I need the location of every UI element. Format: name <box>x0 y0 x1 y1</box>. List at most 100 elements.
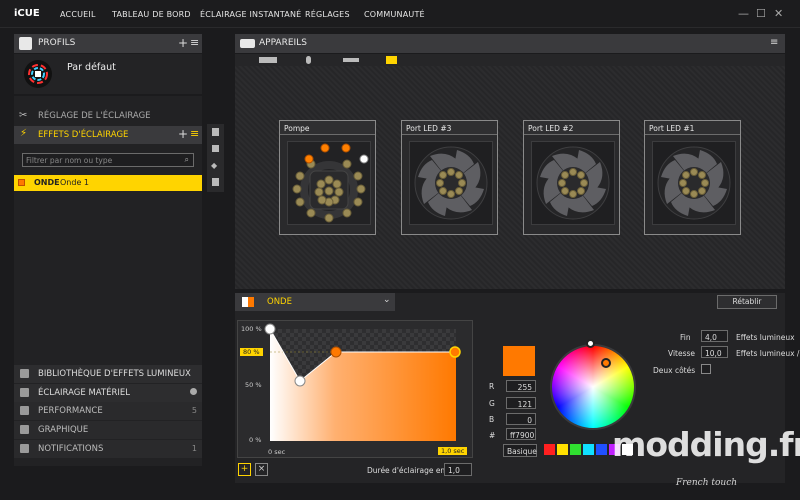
y-tick-100: 100 % <box>241 325 262 333</box>
y-tick-80: 80 % <box>240 348 263 356</box>
color-picker-handle[interactable] <box>601 358 611 368</box>
y-tick-50: 50 % <box>245 381 262 389</box>
device-card-title: Port LED #3 <box>402 121 497 135</box>
both-sides-label: Deux côtés <box>653 366 696 375</box>
b-input[interactable]: 0 <box>506 413 536 425</box>
color-preset-swatch[interactable] <box>596 444 607 455</box>
move-icon[interactable]: ◆ <box>211 161 217 170</box>
both-sides-checkbox[interactable] <box>701 364 711 374</box>
commander-device-icon[interactable] <box>386 56 397 64</box>
keyboard-icon <box>240 39 255 48</box>
nav-settings[interactable]: RÉGLAGES <box>305 10 350 19</box>
paste-icon[interactable] <box>212 145 219 152</box>
effect-dropdown[interactable]: ONDE ⌄ <box>235 293 395 311</box>
device-card-port2[interactable]: Port LED #2 <box>523 120 620 235</box>
g-label: G <box>489 399 495 408</box>
nav-instant-lighting[interactable]: ÉCLAIRAGE INSTANTANÉ <box>200 10 301 19</box>
lighting-effects-header[interactable]: ⚡ EFFETS D'ÉCLAIRAGE + ≡ <box>14 126 202 144</box>
device-card-title: Port LED #2 <box>524 121 619 135</box>
remove-point-button[interactable]: × <box>255 463 268 476</box>
device-card-port3[interactable]: Port LED #3 <box>401 120 498 235</box>
fan-leds <box>409 141 493 225</box>
g-input[interactable]: 121 <box>506 397 536 409</box>
effect-item-onde[interactable]: ONDE Onde 1 <box>14 175 202 191</box>
nav-dashboard[interactable]: TABLEAU DE BORD <box>112 10 191 19</box>
fan-icon <box>414 146 488 220</box>
devices-menu-icon[interactable]: ≡ <box>770 37 778 48</box>
hardware-lighting-row[interactable]: ÉCLAIRAGE MATÉRIEL <box>14 384 202 402</box>
brightness-handle[interactable] <box>586 339 595 348</box>
library-row[interactable]: BIBLIOTHÈQUE D'EFFETS LUMINEUX <box>14 365 202 383</box>
y-tick-0: 0 % <box>249 436 262 444</box>
curve-point <box>330 346 342 358</box>
r-input[interactable]: 255 <box>506 380 536 392</box>
nav-accueil[interactable]: ACCUEIL <box>60 10 96 19</box>
color-preset-swatch[interactable] <box>583 444 594 455</box>
graphics-label: GRAPHIQUE <box>38 425 89 435</box>
curve-editor[interactable]: 100 % 80 % 50 % 0 % 0 sec 1,0 sec <box>237 320 473 458</box>
lightning-icon: ⚡ <box>20 128 28 139</box>
profile-default[interactable]: Par défaut <box>14 54 202 94</box>
hardware-label: ÉCLAIRAGE MATÉRIEL <box>38 388 131 398</box>
delete-icon[interactable] <box>212 178 219 186</box>
add-profile-icon[interactable]: + <box>178 36 188 50</box>
keyboard-device-icon[interactable] <box>259 57 277 63</box>
copy-icon[interactable] <box>212 128 219 136</box>
effect-filter-input[interactable]: Filtrer par nom ou type ⌕ <box>22 153 194 167</box>
fin-input[interactable]: 4,0 <box>701 330 728 342</box>
icue-profile-icon <box>24 60 52 88</box>
nav-community[interactable]: COMMUNAUTÉ <box>364 10 425 19</box>
devices-header: APPAREILS ≡ <box>235 34 785 53</box>
profile-icon <box>19 37 32 50</box>
title-bar: iCUE ACCUEIL TABLEAU DE BORD ÉCLAIRAGE I… <box>0 0 800 28</box>
effect-color-swatch <box>18 179 25 186</box>
close-button[interactable]: ✕ <box>774 7 783 20</box>
effect-desc: Onde 1 <box>60 178 89 187</box>
wrench-icon: ✂ <box>19 110 28 121</box>
effects-menu-icon[interactable]: ≡ <box>190 127 199 140</box>
lighting-setup-row[interactable]: ✂ RÉGLAGE DE L'ÉCLAIRAGE <box>14 107 202 125</box>
watermark: modding.fr <box>612 425 800 464</box>
effect-name: ONDE <box>34 178 60 187</box>
reset-button[interactable]: Rétablir <box>717 295 777 309</box>
menu-icon[interactable]: ≡ <box>190 36 199 49</box>
minimize-button[interactable]: — <box>738 7 749 20</box>
device-card-title: Pompe <box>280 121 375 135</box>
device-card-title: Port LED #1 <box>645 121 740 135</box>
add-effect-icon[interactable]: + <box>178 127 188 141</box>
speed-unit: Effets lumineux / <box>736 349 800 358</box>
effect-tools: ◆ <box>207 124 224 192</box>
devices-title: APPAREILS <box>259 38 307 48</box>
performance-label: PERFORMANCE <box>38 406 103 416</box>
device-card-port1[interactable]: Port LED #1 <box>644 120 741 235</box>
add-point-button[interactable]: + <box>238 463 251 476</box>
maximize-button[interactable]: ☐ <box>756 7 766 20</box>
hex-input[interactable]: ff7900 <box>506 428 536 440</box>
color-preset-swatch[interactable] <box>544 444 555 455</box>
fan-icon <box>536 146 610 220</box>
mouse-device-icon[interactable] <box>306 56 311 64</box>
speed-input[interactable]: 10,0 <box>701 346 728 358</box>
graph-icon <box>20 425 29 434</box>
color-preset-swatch[interactable] <box>557 444 568 455</box>
info-icon[interactable] <box>190 388 197 395</box>
fan-leds <box>531 141 615 225</box>
app-logo: iCUE <box>14 8 40 19</box>
lighting-effects-label: EFFETS D'ÉCLAIRAGE <box>38 130 129 140</box>
graphics-row[interactable]: GRAPHIQUE <box>14 421 202 439</box>
fan-leds <box>652 141 736 225</box>
color-wheel[interactable] <box>550 344 636 430</box>
duration-input[interactable]: 1,0 <box>444 463 472 476</box>
performance-row[interactable]: PERFORMANCE 5 <box>14 402 202 420</box>
library-icon <box>20 369 29 378</box>
device-tabs <box>235 54 785 66</box>
fin-label: Fin <box>680 333 691 342</box>
color-preset-swatch[interactable] <box>570 444 581 455</box>
curve-point <box>294 375 306 387</box>
headset-stand-icon[interactable] <box>343 58 359 62</box>
notifications-row[interactable]: NOTIFICATIONS 1 <box>14 440 202 458</box>
device-card-pump[interactable]: Pompe <box>279 120 376 235</box>
performance-icon <box>20 406 29 415</box>
profile-name: Par défaut <box>67 62 116 73</box>
basic-button[interactable]: Basique <box>503 444 537 457</box>
